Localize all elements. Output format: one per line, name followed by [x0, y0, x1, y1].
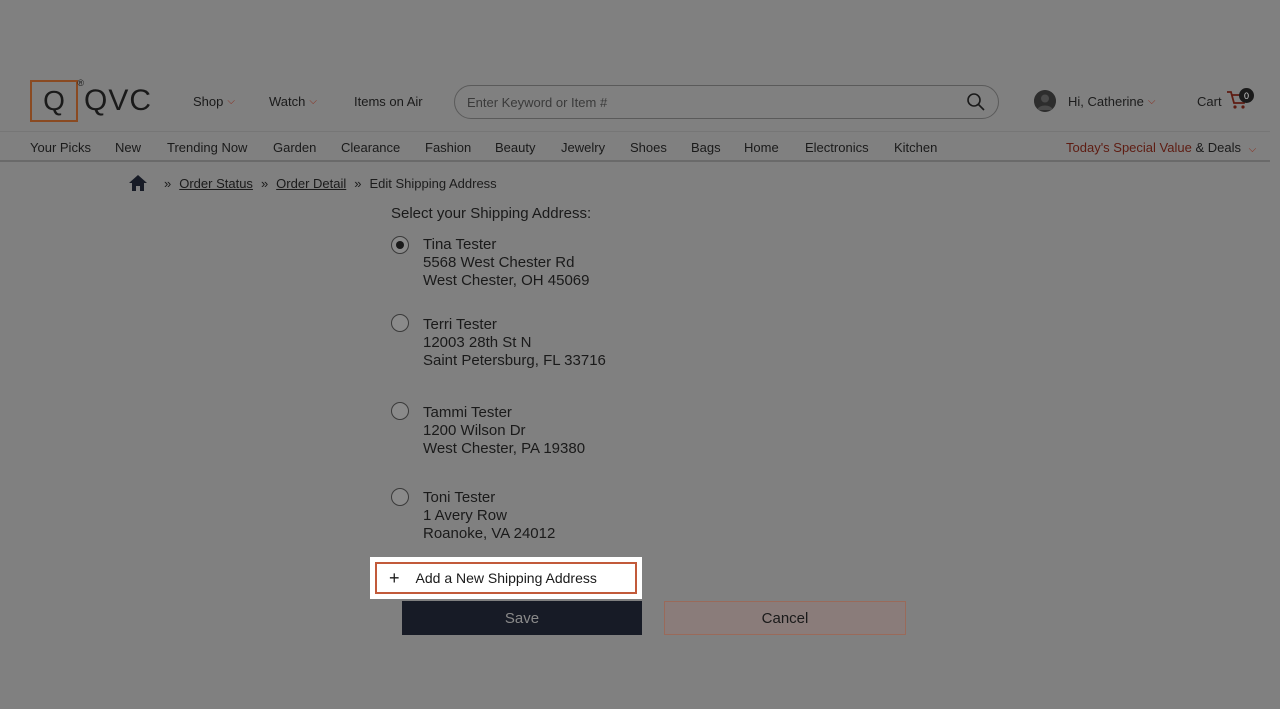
address-city: Saint Petersburg, FL 33716	[423, 352, 606, 369]
chevron-down-icon: ⌵	[1248, 144, 1257, 155]
add-address-highlight: + Add a New Shipping Address	[370, 557, 642, 599]
address-radio[interactable]	[391, 488, 409, 506]
nav-shop[interactable]: Shop ⌵	[193, 94, 235, 109]
address-radio[interactable]	[391, 314, 409, 332]
search-input[interactable]	[467, 94, 966, 110]
search-bar	[454, 85, 999, 119]
category-jewelry[interactable]: Jewelry	[561, 140, 605, 155]
plus-icon: +	[389, 568, 400, 588]
category-kitchen[interactable]: Kitchen	[894, 140, 937, 155]
cart-button[interactable]: Cart 0	[1197, 88, 1254, 113]
address-name: Tina Tester	[423, 236, 497, 253]
address-text: Toni Tester 1 Avery Row Roanoke, VA 2401…	[423, 489, 555, 543]
breadcrumb-order-status[interactable]: Order Status	[179, 176, 253, 191]
address-city: West Chester, PA 19380	[423, 440, 586, 457]
nav-items-on-air-label: Items on Air	[354, 94, 423, 109]
search-icon[interactable]	[966, 92, 986, 112]
breadcrumb-order-detail[interactable]: Order Detail	[276, 176, 346, 191]
address-radio[interactable]	[391, 402, 409, 420]
chevron-down-icon: ⌵	[227, 96, 235, 107]
address-street: 5568 West Chester Rd	[423, 254, 575, 271]
chevron-down-icon: ⌵	[1147, 95, 1156, 107]
account-menu[interactable]: Hi, Catherine ⌵	[1034, 90, 1155, 112]
logo-letter: Q	[43, 85, 65, 116]
deals-menu[interactable]: Today's Special Value & Deals ⌵	[1066, 140, 1256, 155]
nav-items-on-air[interactable]: Items on Air	[354, 94, 423, 109]
address-text: Terri Tester 12003 28th St N Saint Peter…	[423, 316, 606, 370]
address-text: Tammi Tester 1200 Wilson Dr West Chester…	[423, 404, 585, 458]
shipping-address-heading: Select your Shipping Address:	[391, 205, 592, 222]
home-icon[interactable]	[128, 174, 148, 192]
cart-label: Cart	[1197, 94, 1222, 109]
deals-suffix: & Deals	[1195, 140, 1241, 155]
category-nav: Your Picks New Trending Now Garden Clear…	[0, 131, 1270, 162]
breadcrumb-separator: »	[354, 175, 362, 191]
address-name: Terri Tester	[423, 316, 497, 333]
deals-label: Today's Special Value	[1066, 140, 1192, 155]
avatar-icon	[1034, 90, 1056, 112]
category-your-picks[interactable]: Your Picks	[30, 140, 91, 155]
logo-mark: Q ®	[30, 78, 84, 122]
save-button[interactable]: Save	[402, 601, 642, 635]
nav-shop-label: Shop	[193, 94, 224, 109]
category-trending-now[interactable]: Trending Now	[167, 140, 247, 155]
address-text: Tina Tester 5568 West Chester Rd West Ch…	[423, 236, 589, 290]
category-new[interactable]: New	[115, 140, 141, 155]
category-beauty[interactable]: Beauty	[495, 140, 535, 155]
cart-count-badge: 0	[1239, 88, 1254, 103]
registered-mark: ®	[77, 78, 84, 88]
address-radio[interactable]	[391, 236, 409, 254]
add-new-address-label: Add a New Shipping Address	[415, 570, 597, 586]
breadcrumb-current: Edit Shipping Address	[369, 175, 497, 191]
breadcrumb-separator: »	[164, 175, 172, 191]
nav-watch-label: Watch	[269, 94, 306, 109]
logo-text: QVC	[84, 84, 153, 117]
address-city: Roanoke, VA 24012	[423, 525, 556, 542]
breadcrumb: » Order Status » Order Detail » Edit Shi…	[128, 174, 497, 192]
category-fashion[interactable]: Fashion	[425, 140, 471, 155]
cancel-button[interactable]: Cancel	[664, 601, 906, 635]
address-name: Toni Tester	[423, 489, 496, 506]
chevron-down-icon: ⌵	[309, 96, 317, 107]
address-street: 12003 28th St N	[423, 334, 532, 351]
category-bags[interactable]: Bags	[691, 140, 721, 155]
category-home[interactable]: Home	[744, 140, 779, 155]
category-clearance[interactable]: Clearance	[341, 140, 400, 155]
nav-watch[interactable]: Watch ⌵	[269, 94, 317, 109]
address-street: 1200 Wilson Dr	[423, 422, 526, 439]
category-electronics[interactable]: Electronics	[805, 140, 869, 155]
category-shoes[interactable]: Shoes	[630, 140, 667, 155]
add-new-address-button[interactable]: + Add a New Shipping Address	[375, 562, 637, 594]
address-street: 1 Avery Row	[423, 507, 507, 524]
account-greeting: Hi, Catherine	[1068, 93, 1144, 109]
category-garden[interactable]: Garden	[273, 140, 316, 155]
breadcrumb-separator: »	[260, 175, 269, 191]
address-city: West Chester, OH 45069	[423, 272, 590, 289]
qvc-logo[interactable]: Q ® QVC	[30, 78, 153, 122]
address-name: Tammi Tester	[423, 404, 512, 421]
